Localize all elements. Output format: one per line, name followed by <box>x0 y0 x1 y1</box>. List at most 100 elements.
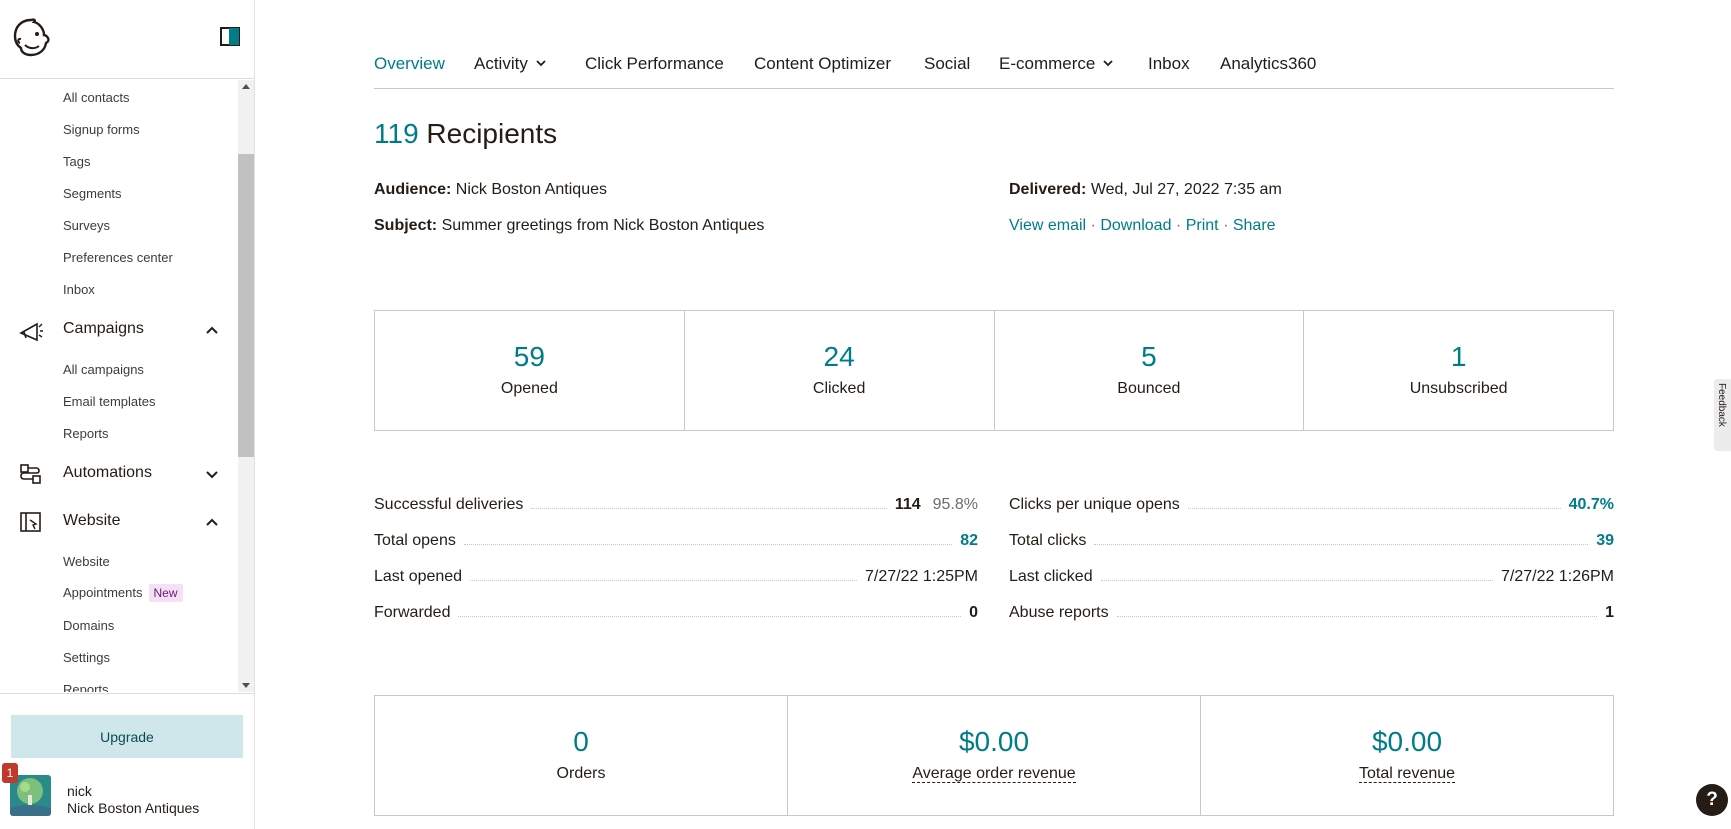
separator: · <box>1175 217 1182 234</box>
stat-label: Opened <box>500 380 558 397</box>
nav-all-contacts[interactable]: All contacts <box>63 90 129 105</box>
stat-opened[interactable]: 59 Opened <box>375 311 685 430</box>
tab-analytics360[interactable]: Analytics360 <box>1220 54 1316 74</box>
clicks-per-unique-opens-row: Clicks per unique opens 40.7% <box>1009 492 1614 514</box>
nav-website[interactable]: Website <box>63 554 110 569</box>
stat-total-revenue: $0.00 Total revenue <box>1201 696 1613 815</box>
megaphone-icon <box>19 322 43 342</box>
nav-section-campaigns-label: Campaigns <box>63 320 144 337</box>
sidebar-nav: All contacts Signup forms Tags Segments … <box>0 80 254 692</box>
mailchimp-logo-icon[interactable] <box>12 17 50 57</box>
stat-label-wrap: Average order revenue <box>788 765 1200 783</box>
nav-signup-forms[interactable]: Signup forms <box>63 122 140 137</box>
last-clicked-row: Last clicked 7/27/22 1:26PM <box>1009 564 1614 586</box>
nav-surveys[interactable]: Surveys <box>63 218 110 233</box>
stat-value: 1 <box>1450 341 1467 372</box>
detail-key: Last opened <box>374 568 463 585</box>
nav-section-website-label: Website <box>63 512 121 529</box>
detail-key: Total opens <box>374 532 456 549</box>
recipients-label: Recipients <box>426 118 558 149</box>
total-opens-row: Total opens 82 <box>374 528 978 550</box>
subject-line: Subject: Summer greetings from Nick Bost… <box>374 217 764 235</box>
leader-dots <box>458 616 962 617</box>
detail-value: 40.7% <box>1568 496 1614 513</box>
leader-dots <box>470 580 858 581</box>
stat-label-tooltip[interactable]: Average order revenue <box>912 765 1076 783</box>
chevron-up-icon <box>206 326 218 334</box>
share-link[interactable]: Share <box>1233 217 1276 234</box>
sidebar: All contacts Signup forms Tags Segments … <box>0 0 255 829</box>
user-name[interactable]: nick <box>67 783 92 799</box>
delivered-line: Delivered: Wed, Jul 27, 2022 7:35 am <box>1009 181 1282 199</box>
chevron-down-icon <box>206 471 218 479</box>
stat-bounced[interactable]: 5 Bounced <box>995 311 1305 430</box>
stat-clicked[interactable]: 24 Clicked <box>685 311 995 430</box>
scroll-up-arrow-icon[interactable] <box>242 84 250 89</box>
stat-label: Orders <box>556 765 606 782</box>
stat-value: 59 <box>513 341 545 372</box>
nav-section-automations-label: Automations <box>63 464 152 481</box>
view-email-link[interactable]: View email <box>1009 217 1086 234</box>
sidebar-header <box>0 0 254 79</box>
nav-appointments[interactable]: Appointments New <box>63 584 183 602</box>
new-badge: New <box>148 584 183 602</box>
scroll-down-arrow-icon[interactable] <box>242 683 250 688</box>
nav-segments[interactable]: Segments <box>63 186 122 201</box>
nav-reports[interactable]: Reports <box>63 426 109 441</box>
abuse-reports-row: Abuse reports 1 <box>1009 600 1614 622</box>
sidebar-footer: Upgrade 1 nick Nick Boston Antiques <box>0 693 254 829</box>
audience-label: Audience: <box>374 181 452 198</box>
detail-value[interactable]: 39 <box>1596 532 1614 550</box>
tab-social[interactable]: Social <box>924 54 970 74</box>
detail-key: Clicks per unique opens <box>1009 496 1180 513</box>
nav-domains[interactable]: Domains <box>63 618 114 633</box>
nav-section-website[interactable]: Website <box>0 506 238 538</box>
scrollbar-thumb[interactable] <box>238 154 254 457</box>
nav-preferences-center[interactable]: Preferences center <box>63 250 173 265</box>
detail-value: 0 <box>969 604 978 621</box>
nav-section-automations[interactable]: Automations <box>0 458 238 490</box>
tab-activity[interactable]: Activity <box>474 54 546 74</box>
tab-activity-label: Activity <box>474 54 528 73</box>
download-link[interactable]: Download <box>1100 217 1171 234</box>
report-main: Overview Activity Click Performance Cont… <box>374 0 1614 829</box>
detail-value: 7/27/22 1:26PM <box>1501 568 1614 585</box>
nav-email-templates[interactable]: Email templates <box>63 394 155 409</box>
audience-line: Audience: Nick Boston Antiques <box>374 181 607 199</box>
user-org[interactable]: Nick Boston Antiques <box>67 800 199 816</box>
upgrade-button[interactable]: Upgrade <box>11 715 243 758</box>
detail-key: Total clicks <box>1009 532 1087 549</box>
nav-inbox[interactable]: Inbox <box>63 282 95 297</box>
tab-click-performance[interactable]: Click Performance <box>585 54 724 74</box>
collapse-sidebar-icon[interactable] <box>220 27 240 46</box>
tab-ecommerce[interactable]: E-commerce <box>999 54 1113 74</box>
tab-inbox[interactable]: Inbox <box>1148 54 1190 74</box>
stat-unsubscribed[interactable]: 1 Unsubscribed <box>1304 311 1613 430</box>
nav-section-campaigns[interactable]: Campaigns <box>0 314 238 346</box>
detail-value[interactable]: 82 <box>960 532 978 550</box>
stat-value: 0 <box>573 726 589 757</box>
print-link[interactable]: Print <box>1186 217 1219 234</box>
leader-dots <box>1116 616 1598 617</box>
feedback-tab[interactable]: Feedback <box>1714 379 1731 451</box>
nav-all-campaigns[interactable]: All campaigns <box>63 362 144 377</box>
stat-orders: 0 Orders <box>375 696 788 815</box>
website-icon <box>20 512 41 532</box>
delivered-label: Delivered: <box>1009 181 1087 198</box>
stat-label-tooltip[interactable]: Total revenue <box>1358 765 1456 783</box>
stat-value: 5 <box>1141 341 1157 372</box>
stat-value: $0.00 <box>1371 726 1443 757</box>
detail-percent: 95.8% <box>932 496 978 513</box>
chevron-up-icon <box>206 518 218 526</box>
tab-content-optimizer[interactable]: Content Optimizer <box>754 54 891 74</box>
nav-website-reports[interactable]: Reports <box>63 682 109 692</box>
nav-tags[interactable]: Tags <box>63 154 90 169</box>
nav-settings[interactable]: Settings <box>63 650 110 665</box>
detail-value: 114 <box>894 496 921 513</box>
sidebar-scrollbar[interactable] <box>238 80 254 692</box>
help-button[interactable]: ? <box>1696 784 1728 816</box>
notification-badge[interactable]: 1 <box>2 763 18 783</box>
tab-overview[interactable]: Overview <box>374 54 445 74</box>
last-opened-row: Last opened 7/27/22 1:25PM <box>374 564 978 586</box>
detail-key: Last clicked <box>1009 568 1093 585</box>
